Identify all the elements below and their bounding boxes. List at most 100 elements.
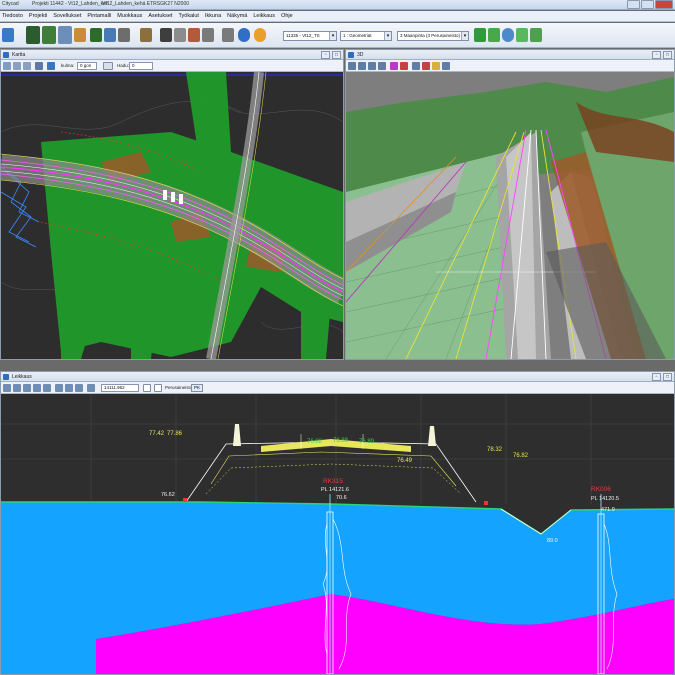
station-checkbox[interactable] [143, 384, 151, 392]
pk-button[interactable]: PK [191, 384, 204, 392]
star-icon[interactable] [432, 62, 440, 70]
close-window-button[interactable] [655, 0, 673, 9]
3d-window-icon [348, 52, 354, 58]
hierarchy-icon[interactable] [118, 28, 130, 42]
light-icon[interactable] [412, 62, 420, 70]
wave-icon[interactable] [103, 62, 113, 70]
map-canvas[interactable] [1, 72, 343, 359]
axis-icon[interactable] [422, 62, 430, 70]
pan-icon[interactable] [358, 62, 366, 70]
layers-icon[interactable] [26, 26, 40, 44]
map-panel-titlebar: Kartta ▫ □ [1, 50, 343, 60]
play-icon[interactable] [23, 384, 31, 392]
menu-view[interactable]: Näkymä [227, 13, 247, 19]
3d-canvas[interactable] [346, 72, 674, 359]
surface-select-value: 3 Maanpinta (3 Perusaineisto) [400, 33, 461, 38]
3d-view-icon[interactable] [58, 26, 72, 44]
menu-bar: Tiedosto Projekti Sovellukset Pintamalli… [0, 11, 675, 22]
maximize-panel-button[interactable]: □ [663, 373, 672, 381]
window-title-project: Projekti 11442 - Vt12_Lahden_keh [32, 1, 109, 7]
triangulation-icon[interactable] [474, 28, 486, 42]
menu-project[interactable]: Projekti [29, 13, 47, 19]
menu-file[interactable]: Tiedosto [2, 13, 23, 19]
first-station-icon[interactable] [3, 384, 11, 392]
menu-section[interactable]: Leikkaus [253, 13, 275, 19]
tree-icon[interactable] [140, 28, 152, 42]
prev-station-icon[interactable] [13, 384, 21, 392]
menu-tools[interactable]: Työkalut [178, 13, 198, 19]
main-toolbar: 11335 - Vt12_TS ▾ 1 : Geometriat ▾ 3 Maa… [0, 23, 675, 48]
road-level-label: 76.49 [397, 458, 413, 464]
settings-icon[interactable] [87, 384, 95, 392]
pan-icon[interactable] [3, 62, 11, 70]
refresh-icon[interactable] [47, 62, 55, 70]
volume-icon[interactable] [516, 28, 528, 42]
road-level-label: 76.89 [359, 439, 375, 445]
maximize-panel-button[interactable]: □ [663, 51, 672, 59]
maximize-panel-button[interactable]: □ [332, 51, 341, 59]
section-canvas[interactable]: 77.42 77.86 78.32 76.82 76.88 76.88 76.8… [1, 394, 674, 674]
last-station-icon[interactable] [43, 384, 51, 392]
table-icon[interactable] [104, 28, 116, 42]
elevation-marker-label: 76.62 [161, 492, 175, 498]
mesh-icon[interactable] [530, 28, 542, 42]
rotation-input[interactable]: 0 gon [77, 62, 97, 70]
section-window-icon [3, 374, 9, 380]
menu-help[interactable]: Ohje [281, 13, 293, 19]
rotate-icon[interactable] [35, 62, 43, 70]
zoom-input[interactable]: 0 [129, 62, 153, 70]
undo-icon[interactable] [188, 28, 200, 42]
zoom-out-icon[interactable] [23, 62, 31, 70]
section-panel: Leikkaus ▫ □ 14111.962 Perusaineisto PK [0, 371, 675, 675]
camera-icon[interactable] [400, 62, 408, 70]
fit-icon[interactable] [378, 62, 386, 70]
select-tool-icon[interactable] [160, 28, 172, 42]
layer-select[interactable]: 1 : Geometriat ▾ [340, 31, 392, 41]
new-file-icon[interactable] [2, 28, 14, 42]
settings-icon[interactable] [442, 62, 450, 70]
rotation-label: kulma: [61, 63, 75, 68]
zoom-in-icon[interactable] [13, 62, 21, 70]
surface-icon[interactable] [42, 26, 56, 44]
grid-icon[interactable] [90, 28, 102, 42]
minimize-panel-button[interactable]: ▫ [652, 373, 661, 381]
borehole-station-label: PL 14120.5 [591, 496, 619, 502]
flag-icon[interactable] [390, 62, 398, 70]
maximize-window-button[interactable] [641, 0, 654, 9]
menu-settings[interactable]: Asetukset [148, 13, 172, 19]
map-window-icon [3, 52, 9, 58]
menu-surface-model[interactable]: Pintamalli [87, 13, 111, 19]
perus-checkbox[interactable] [154, 384, 162, 392]
pencil-icon[interactable] [202, 28, 214, 42]
menu-edit[interactable]: Muokkaus [117, 13, 142, 19]
perus-label: Perusaineisto [165, 385, 193, 390]
terrain-icon[interactable] [74, 28, 86, 42]
move-tool-icon[interactable] [174, 28, 186, 42]
borehole-id-label: RK006 [591, 486, 611, 493]
marker-icon[interactable] [254, 28, 266, 42]
orbit-icon[interactable] [348, 62, 356, 70]
globe-icon[interactable] [502, 28, 514, 42]
borehole-station-label: PL 14121.6 [321, 487, 349, 493]
pan-icon[interactable] [75, 384, 83, 392]
road-level-label: 76.88 [307, 439, 323, 445]
chevron-down-icon: ▾ [329, 32, 336, 40]
map-panel: Kartta ▫ □ kulma: 0 gon Hadu: 0 [0, 49, 344, 360]
measure-icon[interactable] [222, 28, 234, 42]
station-input[interactable]: 14111.962 [101, 384, 139, 392]
menu-applications[interactable]: Sovellukset [53, 13, 81, 19]
section-panel-title: Leikkaus [12, 374, 32, 380]
info-icon[interactable] [238, 28, 250, 42]
minimize-panel-button[interactable]: ▫ [652, 51, 661, 59]
minimize-panel-button[interactable]: ▫ [321, 51, 330, 59]
minimize-window-button[interactable] [627, 0, 640, 9]
contour-icon[interactable] [488, 28, 500, 42]
zoom-icon[interactable] [65, 384, 73, 392]
next-station-icon[interactable] [33, 384, 41, 392]
3d-drawing [346, 72, 674, 359]
menu-window[interactable]: Ikkuna [205, 13, 221, 19]
model-select[interactable]: 11335 - Vt12_TS ▾ [283, 31, 337, 41]
surface-select[interactable]: 3 Maanpinta (3 Perusaineisto) ▾ [397, 31, 469, 41]
refresh-icon[interactable] [55, 384, 63, 392]
zoom-icon[interactable] [368, 62, 376, 70]
